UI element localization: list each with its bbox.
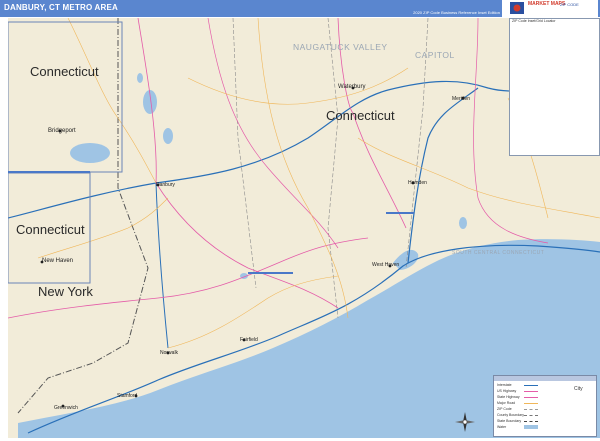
legend-row: Water	[497, 425, 507, 429]
lake	[137, 73, 143, 83]
city-label-waterbury: Waterbury	[338, 84, 366, 90]
region-label: CAPITOL	[415, 50, 455, 60]
page: DANBURY, CT METRO AREA 2020 ZIP Code Bus…	[0, 0, 600, 441]
lake	[163, 128, 173, 144]
city-label-hamden: Hamden	[408, 180, 427, 186]
legend-city-symbol: City	[574, 386, 583, 392]
city-label-bridgeport: Bridgeport	[48, 128, 76, 134]
region-label: NAUGATUCK VALLEY	[293, 42, 388, 52]
city-label-fairfield: Fairfield	[240, 337, 258, 343]
legend-row: ZIP Code	[497, 407, 512, 411]
city-label-west-haven: West Haven	[372, 262, 400, 268]
legend-row: Interstate	[497, 383, 512, 387]
edition-label: 2020 ZIP Code Business Reference Inset E…	[413, 10, 500, 15]
zoom-highlight-bar	[386, 212, 414, 214]
zoom-highlight-bar	[248, 272, 293, 274]
city-label-danbury: Danbury	[156, 182, 175, 188]
legend-symbol-county	[524, 415, 538, 416]
legend-row: State Boundary	[497, 419, 522, 423]
city-label-new-haven: New Haven	[42, 258, 74, 264]
legend-symbol-us-highway	[524, 391, 538, 392]
compass-rose-icon	[455, 412, 475, 432]
city-label-stamford: Stamford	[117, 393, 138, 399]
legend-row: State Highway	[497, 395, 520, 399]
inset-highlight-bar	[8, 171, 90, 173]
state-label: Connecticut	[16, 222, 85, 237]
lake	[459, 217, 467, 229]
logo-mark-icon	[510, 2, 524, 14]
publisher-logo-icon: MARKET MAPS ZIP CODE	[502, 0, 598, 17]
legend-row: County Boundary	[497, 413, 525, 417]
legend-row: US Highway	[497, 389, 517, 393]
legend-symbol-state	[524, 421, 538, 422]
title-bar: DANBURY, CT METRO AREA 2020 ZIP Code Bus…	[0, 0, 600, 17]
logo-text-sub: ZIP CODE	[560, 2, 579, 7]
legend-symbol-water	[524, 425, 538, 429]
state-label: New York	[38, 284, 93, 299]
zip-inset-locator: ZIP Code Inset/Grid Locator	[509, 18, 600, 156]
legend-symbol-major-road	[524, 403, 538, 404]
legend-symbol-zip	[524, 409, 538, 410]
legend-symbol-state-highway	[524, 397, 538, 398]
state-label: Connecticut	[326, 108, 395, 123]
state-label: Connecticut	[30, 64, 99, 79]
map-title: DANBURY, CT METRO AREA	[4, 3, 119, 12]
map-legend: Interstate US Highway State Highway Majo…	[493, 375, 597, 437]
legend-header	[494, 376, 596, 381]
legend-symbol-interstate	[524, 385, 538, 386]
inset-caption: ZIP Code Inset/Grid Locator	[512, 19, 556, 23]
legend-row: Major Road	[497, 401, 516, 405]
city-label-meriden: Meriden	[452, 96, 471, 102]
region-label: SOUTH CENTRAL CONNECTICUT	[452, 250, 545, 256]
city-label-greenwich: Greenwich	[54, 405, 78, 411]
bridgeport-harbor	[70, 143, 110, 163]
city-label-norwalk: Norwalk	[160, 350, 179, 356]
